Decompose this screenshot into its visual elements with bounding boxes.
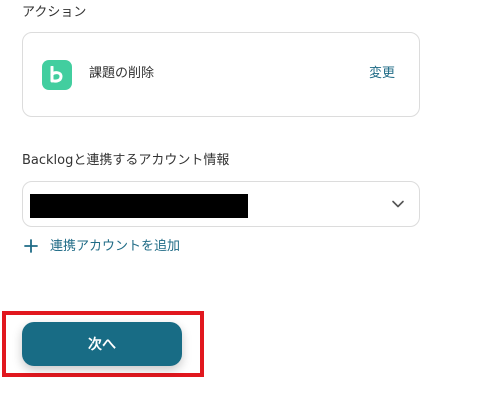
- chevron-down-icon: [392, 200, 404, 208]
- backlog-icon: [42, 60, 72, 90]
- action-name: 課題の削除: [89, 66, 155, 81]
- action-section-label: アクション: [22, 5, 87, 20]
- account-section-label: Backlogと連携するアカウント情報: [22, 153, 230, 168]
- next-button[interactable]: 次へ: [22, 322, 182, 366]
- change-action-link[interactable]: 変更: [369, 67, 395, 80]
- selected-account-redacted: [30, 194, 248, 218]
- add-account-label: 連携アカウントを追加: [50, 238, 181, 254]
- add-account-link[interactable]: 連携アカウントを追加: [24, 237, 180, 255]
- action-card: 課題の削除 変更: [22, 32, 420, 117]
- plus-icon: [24, 239, 38, 253]
- account-select[interactable]: [22, 181, 420, 227]
